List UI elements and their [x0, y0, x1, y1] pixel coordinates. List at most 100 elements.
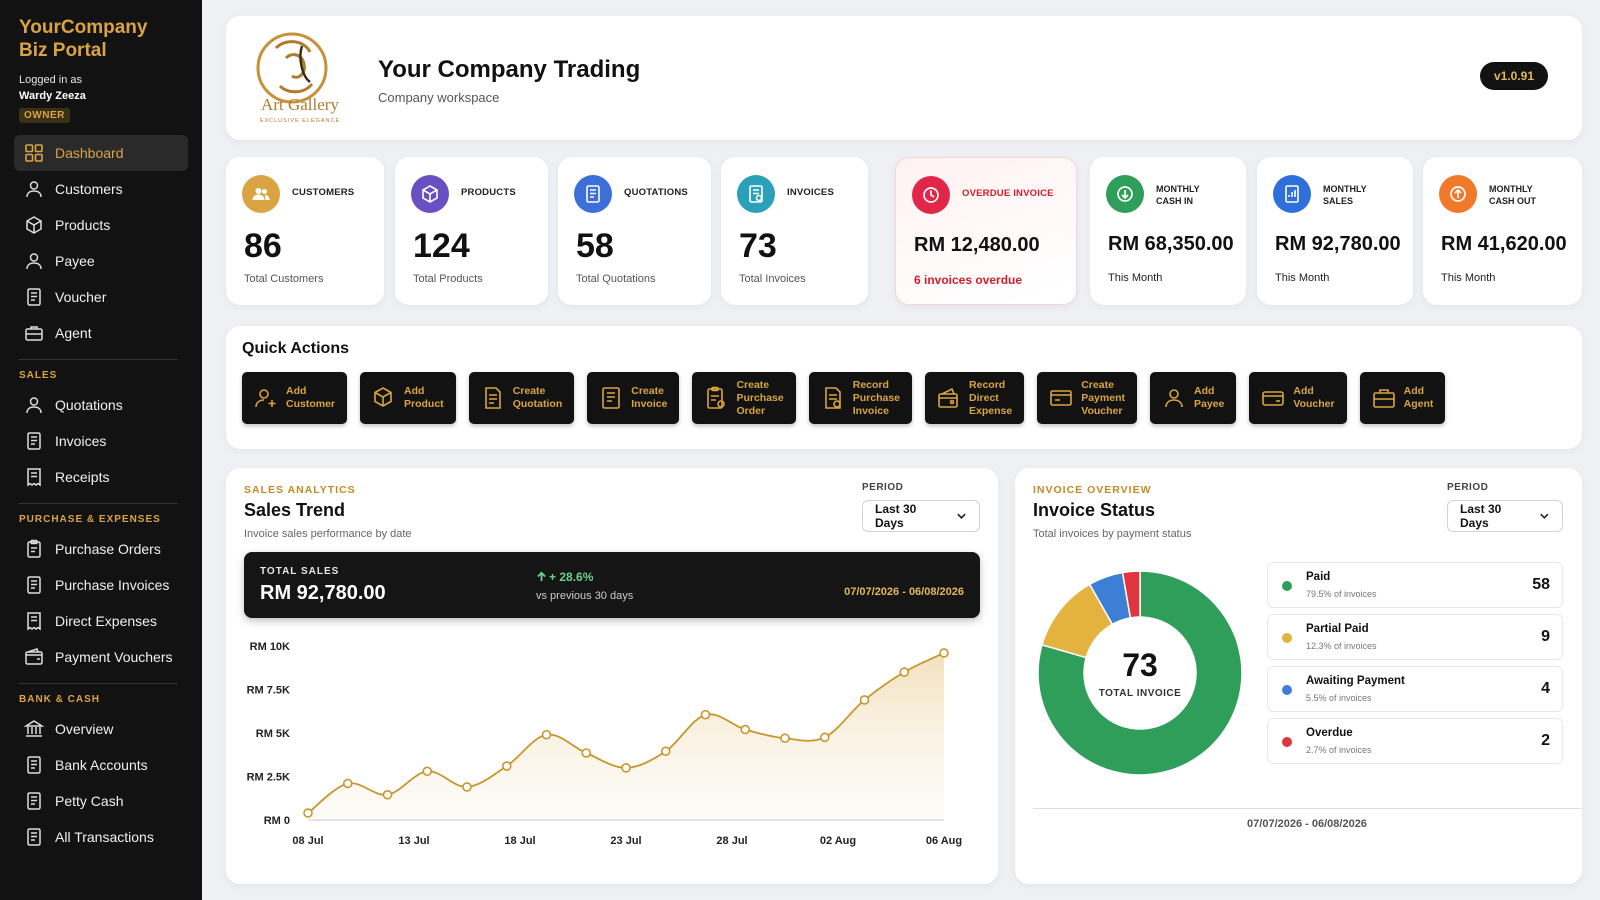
- sales-data-point[interactable]: [342, 778, 353, 789]
- status-item-paid[interactable]: Paid 79.5% of invoices 58: [1267, 562, 1563, 608]
- sidebar-item-direct-expenses[interactable]: Direct Expenses: [14, 603, 188, 639]
- status-item-overdue[interactable]: Overdue 2.7% of invoices 2: [1267, 718, 1563, 764]
- nav-section-bank: BANK & CASH: [19, 694, 100, 705]
- add-voucher-button[interactable]: Add Voucher: [1249, 372, 1347, 424]
- sidebar-item-all-transactions[interactable]: All Transactions: [14, 819, 188, 855]
- stat-card-cash-out[interactable]: MONTHLY CASH OUT RM 41,620.00 This Month: [1423, 157, 1582, 305]
- button-label: Create Invoice: [631, 385, 667, 411]
- invoice-period-select[interactable]: Last 30 Days: [1447, 500, 1563, 532]
- x-tick-label: 13 Jul: [398, 835, 429, 847]
- sales-data-point[interactable]: [819, 732, 830, 743]
- create-payment-voucher-button[interactable]: Create Payment Voucher: [1037, 372, 1137, 424]
- quick-actions-title: Quick Actions: [242, 340, 349, 357]
- sales-data-point[interactable]: [501, 761, 512, 771]
- sales-data-point[interactable]: [462, 782, 472, 792]
- status-item-partial-paid[interactable]: Partial Paid 12.3% of invoices 9: [1267, 614, 1563, 660]
- sales-trend-panel: SALES ANALYTICS Sales Trend Invoice sale…: [226, 468, 998, 884]
- label-line: Create: [631, 385, 664, 397]
- sales-trend-chart: RM 0 RM 2.5K RM 5K RM 7.5K RM 10K 08 Jul 13 Ju…: [247, 641, 963, 847]
- sales-data-point[interactable]: [422, 766, 433, 777]
- sidebar-item-quotations[interactable]: Quotations: [14, 387, 188, 423]
- sales-data-point[interactable]: [303, 808, 313, 818]
- add-customer-button[interactable]: Add Customer: [242, 372, 348, 424]
- purchase-order-icon: [707, 386, 726, 409]
- donut-center-value: 73: [1122, 647, 1158, 683]
- sidebar-item-agent[interactable]: Agent: [14, 315, 188, 351]
- sales-data-point[interactable]: [899, 667, 910, 677]
- stat-label: MONTHLY CASH IN: [1156, 183, 1226, 207]
- sales-data-point[interactable]: [700, 709, 711, 720]
- create-invoice-button[interactable]: Create Invoice: [587, 372, 680, 424]
- sales-data-point[interactable]: [660, 746, 671, 757]
- status-percent: 5.5% of invoices: [1306, 693, 1372, 703]
- stat-card-customers[interactable]: CUSTOMERS 86 Total Customers: [226, 157, 384, 305]
- stat-caption: This Month: [1275, 272, 1330, 284]
- sidebar-item-bank-accounts[interactable]: Bank Accounts: [14, 747, 188, 783]
- brand: YourCompany Biz Portal: [14, 16, 188, 62]
- status-name: Paid: [1306, 571, 1331, 583]
- record-purchase-invoice-button[interactable]: Record Purchase Invoice: [808, 372, 913, 424]
- sales-data-point[interactable]: [740, 724, 751, 735]
- add-agent-button[interactable]: Add Agent: [1359, 372, 1446, 424]
- stat-card-cash-in[interactable]: MONTHLY CASH IN RM 68,350.00 This Month: [1090, 157, 1246, 305]
- label-line: Add: [1194, 385, 1215, 397]
- clock-alert-icon: [912, 176, 950, 214]
- sales-data-point[interactable]: [581, 748, 592, 758]
- stat-label: QUOTATIONS: [624, 187, 688, 198]
- status-item-awaiting-payment[interactable]: Awaiting Payment 5.5% of invoices 4: [1267, 666, 1563, 712]
- label-line: Invoice: [631, 398, 668, 410]
- status-count: 58: [1532, 576, 1550, 593]
- sidebar-item-payment-vouchers[interactable]: Payment Vouchers: [14, 639, 188, 675]
- sales-date-range: 07/07/2026 - 06/08/2026: [844, 586, 964, 598]
- box-icon: [26, 216, 42, 234]
- status-dot: [1282, 581, 1292, 591]
- stat-label-line: SALES: [1323, 196, 1354, 206]
- sales-data-point[interactable]: [382, 789, 393, 800]
- create-quotation-button[interactable]: Create Quotation: [468, 372, 575, 424]
- x-tick-label: 06 Aug: [926, 835, 962, 847]
- label-line: Product: [404, 398, 444, 410]
- sidebar-item-invoices[interactable]: Invoices: [14, 423, 188, 459]
- x-tick-label: 02 Aug: [820, 835, 856, 847]
- sidebar-item-purchase-orders[interactable]: Purchase Orders: [14, 531, 188, 567]
- nav-divider: [19, 683, 178, 684]
- button-label: Add Voucher: [1293, 385, 1334, 411]
- sales-icon: [1273, 175, 1311, 213]
- stat-card-products[interactable]: PRODUCTS 124 Total Products: [395, 157, 548, 305]
- add-product-button[interactable]: Add Product: [360, 372, 456, 424]
- sidebar-item-receipts[interactable]: Receipts: [14, 459, 188, 495]
- stat-card-overdue[interactable]: OVERDUE INVOICE RM 12,480.00 6 invoices …: [895, 157, 1077, 305]
- agent-icon: [1372, 389, 1395, 408]
- record-direct-expense-button[interactable]: Record Direct Expense: [925, 372, 1025, 424]
- sales-data-point[interactable]: [939, 648, 949, 658]
- stat-caption: This Month: [1441, 272, 1496, 284]
- sales-data-point[interactable]: [621, 763, 631, 773]
- stat-label-line: MONTHLY: [1323, 184, 1367, 194]
- quotation-icon: [574, 175, 612, 213]
- create-purchase-order-button[interactable]: Create Purchase Order: [692, 372, 796, 424]
- user-icon: [26, 397, 42, 414]
- stat-caption: Total Products: [413, 273, 483, 285]
- sidebar-item-dashboard[interactable]: Dashboard: [14, 135, 188, 171]
- sales-data-point[interactable]: [780, 733, 790, 744]
- sidebar-item-customers[interactable]: Customers: [14, 171, 188, 207]
- receipt-icon: [27, 468, 41, 487]
- sales-period-select[interactable]: Last 30 Days: [862, 500, 980, 532]
- sidebar-item-payee[interactable]: Payee: [14, 243, 188, 279]
- sidebar-item-purchase-invoices[interactable]: Purchase Invoices: [14, 567, 188, 603]
- sidebar-item-products[interactable]: Products: [14, 207, 188, 243]
- sidebar-item-voucher[interactable]: Voucher: [14, 279, 188, 315]
- user-icon: [26, 181, 42, 198]
- status-count: 2: [1541, 732, 1550, 749]
- sales-data-point[interactable]: [541, 729, 552, 740]
- sidebar-item-petty-cash[interactable]: Petty Cash: [14, 783, 188, 819]
- stat-value: 58: [576, 227, 614, 265]
- add-payee-button[interactable]: Add Payee: [1150, 372, 1237, 424]
- stat-card-sales[interactable]: MONTHLY SALES RM 92,780.00 This Month: [1257, 157, 1413, 305]
- company-logo: Art Gallery EXCLUSIVE ELEGANCE: [256, 32, 339, 124]
- sales-data-point[interactable]: [859, 695, 870, 705]
- stat-card-invoices[interactable]: INVOICES 73 Total Invoices: [721, 157, 868, 305]
- sidebar-item-overview[interactable]: Overview: [14, 711, 188, 747]
- stat-card-quotations[interactable]: QUOTATIONS 58 Total Quotations: [558, 157, 711, 305]
- sidebar-item-label: Customers: [55, 181, 123, 197]
